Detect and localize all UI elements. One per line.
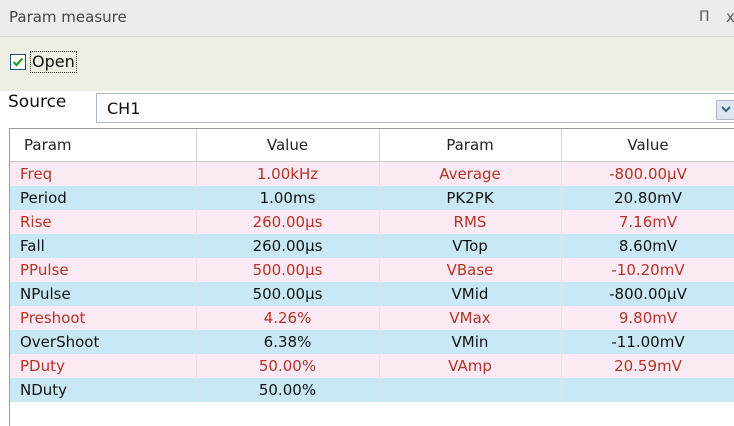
value-cell: 1.00ms	[196, 186, 380, 210]
value-cell	[561, 378, 734, 402]
table-header-row: Param Value Param Value	[10, 129, 734, 162]
value-cell: 260.00μs	[196, 210, 380, 234]
param-cell: PK2PK	[379, 186, 562, 210]
param-cell: PPulse	[10, 258, 197, 282]
param-table: Param Value Param Value Freq 1.00kHz Avera…	[9, 128, 734, 426]
table-row[interactable]: Freq 1.00kHz Average -800.00μV	[10, 161, 734, 186]
param-cell: VMid	[379, 282, 562, 306]
column-header[interactable]: Param	[10, 129, 197, 162]
column-header[interactable]: Param	[379, 129, 562, 162]
table-row[interactable]: OverShoot 6.38% VMin -11.00mV	[10, 330, 734, 354]
param-cell: VMax	[379, 306, 562, 330]
value-cell: -10.20mV	[561, 258, 734, 282]
panel-title: Param measure	[9, 8, 127, 26]
param-cell: NDuty	[10, 378, 197, 402]
value-cell: -800.00μV	[561, 282, 734, 306]
param-cell: Rise	[10, 210, 197, 234]
chevron-down-icon	[721, 106, 731, 113]
table-row[interactable]: PDuty 50.00% VAmp 20.59mV	[10, 354, 734, 378]
pin-icon[interactable]: Π	[699, 9, 710, 25]
param-cell: Freq	[10, 161, 197, 186]
table-row[interactable]: NDuty 50.00%	[10, 378, 734, 402]
value-cell: 20.59mV	[561, 354, 734, 378]
param-cell: PDuty	[10, 354, 197, 378]
value-cell: 500.00μs	[196, 282, 380, 306]
param-cell: VAmp	[379, 354, 562, 378]
table-row[interactable]: NPulse 500.00μs VMid -800.00μV	[10, 282, 734, 306]
table-row[interactable]: Period 1.00ms PK2PK 20.80mV	[10, 186, 734, 210]
table-row[interactable]: Fall 260.00μs VTop 8.60mV	[10, 234, 734, 258]
source-label: Source	[8, 92, 67, 112]
close-icon[interactable]: x	[726, 8, 734, 26]
source-select[interactable]: CH1	[96, 93, 734, 123]
table-row[interactable]: Rise 260.00μs RMS 7.16mV	[10, 210, 734, 234]
param-cell	[379, 378, 562, 402]
param-cell: NPulse	[10, 282, 197, 306]
param-cell: VBase	[379, 258, 562, 282]
table-row[interactable]: Preshoot 4.26% VMax 9.80mV	[10, 306, 734, 330]
value-cell: 6.38%	[196, 330, 380, 354]
open-checkbox[interactable]	[10, 54, 26, 70]
column-header[interactable]: Value	[561, 129, 734, 162]
param-cell: VMin	[379, 330, 562, 354]
value-cell: 9.80mV	[561, 306, 734, 330]
value-cell: 1.00kHz	[196, 161, 380, 186]
value-cell: 50.00%	[196, 354, 380, 378]
param-cell: VTop	[379, 234, 562, 258]
table-row[interactable]: PPulse 500.00μs VBase -10.20mV	[10, 258, 734, 282]
open-label[interactable]: Open	[30, 51, 77, 73]
value-cell: 260.00μs	[196, 234, 380, 258]
param-cell: OverShoot	[10, 330, 197, 354]
source-value: CH1	[107, 99, 141, 118]
param-cell: Fall	[10, 234, 197, 258]
column-header[interactable]: Value	[196, 129, 380, 162]
value-cell: 500.00μs	[196, 258, 380, 282]
toolbar: Open	[0, 37, 734, 91]
param-cell: Preshoot	[10, 306, 197, 330]
checkmark-icon	[12, 57, 24, 67]
value-cell: 20.80mV	[561, 186, 734, 210]
param-cell: RMS	[379, 210, 562, 234]
value-cell: 4.26%	[196, 306, 380, 330]
panel-titlebar: Param measure Π x	[0, 0, 734, 37]
value-cell: 8.60mV	[561, 234, 734, 258]
value-cell: -800.00μV	[561, 161, 734, 186]
value-cell: 7.16mV	[561, 210, 734, 234]
value-cell: 50.00%	[196, 378, 380, 402]
value-cell: -11.00mV	[561, 330, 734, 354]
param-cell: Period	[10, 186, 197, 210]
dropdown-button[interactable]	[716, 100, 734, 120]
param-cell: Average	[379, 161, 562, 186]
